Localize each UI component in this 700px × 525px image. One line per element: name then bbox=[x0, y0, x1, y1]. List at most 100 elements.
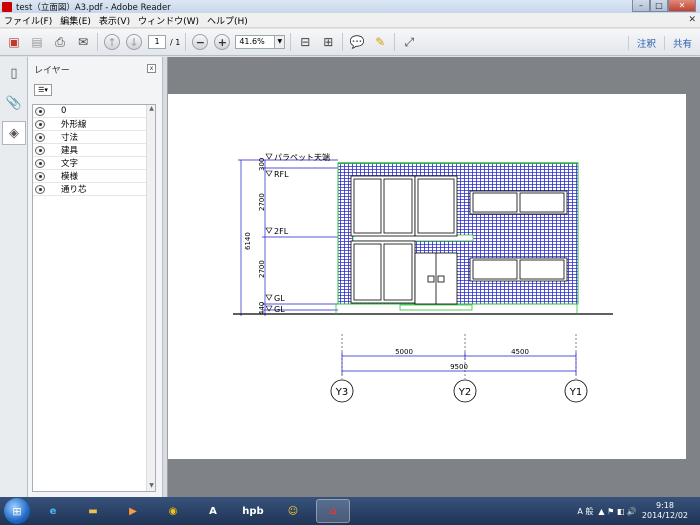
eye-icon[interactable] bbox=[35, 132, 45, 142]
toolbar-separator bbox=[342, 33, 344, 51]
menu-view[interactable]: 表示(V) bbox=[95, 14, 134, 27]
page-total: / 1 bbox=[170, 37, 181, 47]
toolbar-separator bbox=[97, 33, 98, 51]
maximize-button[interactable]: □ bbox=[650, 0, 668, 12]
save-icon[interactable]: ▤ bbox=[28, 33, 46, 51]
toolbar-separator bbox=[394, 33, 396, 51]
dimension-text: 440 bbox=[258, 302, 266, 315]
hpb-icon[interactable]: hpb bbox=[236, 499, 270, 523]
dimension-text: 5000 bbox=[395, 348, 413, 356]
level-label: パラペット天端 bbox=[274, 152, 330, 162]
layer-list-scrollbar[interactable]: ▲ ▼ bbox=[146, 105, 155, 491]
layer-name: 外形線 bbox=[61, 120, 87, 130]
toolbar-right: 注釈 共有 bbox=[627, 29, 700, 56]
layer-item[interactable]: 寸法 bbox=[33, 131, 155, 144]
layers-panel-title: レイヤー bbox=[34, 65, 70, 76]
layer-item[interactable]: 建具 bbox=[33, 144, 155, 157]
grid-axis-label: Y2 bbox=[458, 387, 471, 398]
navigation-rail: ▯ 📎 ◈ bbox=[0, 57, 28, 497]
eye-icon[interactable] bbox=[35, 119, 45, 129]
adobe-reader-icon bbox=[2, 1, 12, 12]
next-page-icon[interactable]: ↓ bbox=[126, 34, 142, 50]
window-controls: – □ ✕ bbox=[632, 0, 696, 12]
layer-item[interactable]: 文字 bbox=[33, 157, 155, 170]
comment-panel-button[interactable]: 注釈 bbox=[627, 35, 664, 50]
minimize-button[interactable]: – bbox=[632, 0, 650, 12]
zoom-input[interactable]: 41.6% bbox=[235, 35, 276, 49]
dimension-text: 2700 bbox=[258, 193, 266, 211]
start-button[interactable]: ⊞ bbox=[4, 498, 30, 524]
file-explorer-icon[interactable]: ▬ bbox=[76, 499, 110, 523]
elevation-drawing: パラペット天端 RFL 2FL GL GL 300 2700 2700 440 … bbox=[233, 152, 613, 403]
system-tray: A 般 ▲ ⚑ ◧ 🔊 9:18 2014/12/02 bbox=[577, 497, 700, 525]
print-icon[interactable]: ⎙ bbox=[51, 33, 69, 51]
scroll-down-icon[interactable]: ▼ bbox=[147, 482, 156, 491]
media-player-icon[interactable]: ▶ bbox=[116, 499, 150, 523]
grid-axis-label: Y1 bbox=[569, 387, 582, 398]
dimension-text: 300 bbox=[258, 158, 266, 171]
level-label: GL bbox=[274, 305, 285, 314]
clock-date: 2014/12/02 bbox=[641, 511, 688, 520]
panel-close-icon[interactable]: x bbox=[147, 64, 156, 73]
layer-name: 通り芯 bbox=[61, 185, 87, 195]
menu-bar: ファイル(F) 編集(E) 表示(V) ウィンドウ(W) ヘルプ(H) ✕ bbox=[0, 13, 700, 28]
chrome-icon[interactable]: ◉ bbox=[156, 499, 190, 523]
zoom-in-icon[interactable]: + bbox=[214, 34, 231, 50]
layer-list: 0 外形線 寸法 建具 文字 模様 通り芯 ▲ ▼ bbox=[32, 104, 156, 492]
share-panel-button[interactable]: 共有 bbox=[663, 35, 700, 50]
game-app-icon[interactable]: ☺ bbox=[276, 499, 310, 523]
level-label: GL bbox=[274, 294, 285, 303]
create-pdf-icon[interactable]: ▣ bbox=[5, 33, 23, 51]
previous-page-icon[interactable]: ↑ bbox=[104, 34, 120, 50]
page-number-input[interactable]: 1 bbox=[148, 35, 166, 49]
total-height-text: 6140 bbox=[244, 232, 252, 250]
email-icon[interactable]: ✉ bbox=[74, 33, 92, 51]
layer-item[interactable]: 通り芯 bbox=[33, 183, 155, 196]
layer-item[interactable]: 外形線 bbox=[33, 118, 155, 131]
close-button[interactable]: ✕ bbox=[668, 0, 696, 12]
menu-edit[interactable]: 編集(E) bbox=[56, 14, 95, 27]
clock[interactable]: 9:18 2014/12/02 bbox=[642, 501, 688, 521]
page-thumbnails-icon[interactable]: ▯ bbox=[2, 61, 26, 85]
document-close-icon[interactable]: ✕ bbox=[688, 15, 696, 25]
eye-icon[interactable] bbox=[35, 106, 45, 116]
layers-panel-header: レイヤー x bbox=[28, 57, 162, 81]
level-label: 2FL bbox=[274, 227, 289, 236]
scroll-up-icon[interactable]: ▲ bbox=[147, 105, 156, 114]
eye-icon[interactable] bbox=[35, 184, 45, 194]
layer-name: 寸法 bbox=[61, 133, 79, 143]
layer-name: 文字 bbox=[61, 159, 79, 169]
fit-page-icon[interactable]: ⊟ bbox=[296, 33, 314, 51]
menu-file[interactable]: ファイル(F) bbox=[0, 14, 56, 27]
comment-icon[interactable]: 💬 bbox=[348, 33, 366, 51]
layer-item[interactable]: 0 bbox=[33, 105, 155, 118]
layers-icon[interactable]: ◈ bbox=[2, 121, 26, 145]
menu-window[interactable]: ウィンドウ(W) bbox=[134, 14, 203, 27]
internet-explorer-icon[interactable]: e bbox=[36, 499, 70, 523]
fit-width-icon[interactable]: ⊞ bbox=[319, 33, 337, 51]
highlight-icon[interactable]: ✎ bbox=[371, 33, 389, 51]
total-width-text: 9500 bbox=[450, 363, 468, 371]
ime-indicator[interactable]: A 般 bbox=[577, 506, 593, 517]
fullscreen-icon[interactable]: ⤢ bbox=[400, 33, 418, 51]
toolbar: ▣ ▤ ⎙ ✉ ↑ ↓ 1 / 1 − + 41.6% ▼ ⊟ ⊞ 💬 ✎ ⤢ … bbox=[0, 29, 700, 56]
eye-icon[interactable] bbox=[35, 158, 45, 168]
autocad-icon[interactable]: A bbox=[196, 499, 230, 523]
options-menu-icon[interactable]: ☰▾ bbox=[34, 84, 52, 96]
layer-name: 模様 bbox=[61, 172, 79, 182]
menu-help[interactable]: ヘルプ(H) bbox=[203, 14, 252, 27]
eye-icon[interactable] bbox=[35, 171, 45, 181]
zoom-out-icon[interactable]: − bbox=[192, 34, 209, 50]
taskbar: ⊞ e ▬ ▶ ◉ A hpb ☺ ⌂ A 般 ▲ ⚑ ◧ 🔊 9:18 201… bbox=[0, 497, 700, 525]
adobe-reader-task-icon[interactable]: ⌂ bbox=[316, 499, 350, 523]
layer-item[interactable]: 模様 bbox=[33, 170, 155, 183]
eye-icon[interactable] bbox=[35, 145, 45, 155]
tray-icons[interactable]: ▲ ⚑ ◧ 🔊 bbox=[598, 507, 636, 516]
layer-name: 建具 bbox=[61, 146, 79, 156]
toolbar-separator bbox=[185, 33, 187, 51]
zoom-dropdown-icon[interactable]: ▼ bbox=[275, 35, 286, 49]
level-label: RFL bbox=[274, 170, 289, 179]
clock-time: 9:18 bbox=[655, 501, 674, 510]
attachments-icon[interactable]: 📎 bbox=[2, 91, 26, 115]
pdf-page: パラペット天端 RFL 2FL GL GL 300 2700 2700 440 … bbox=[168, 94, 686, 459]
